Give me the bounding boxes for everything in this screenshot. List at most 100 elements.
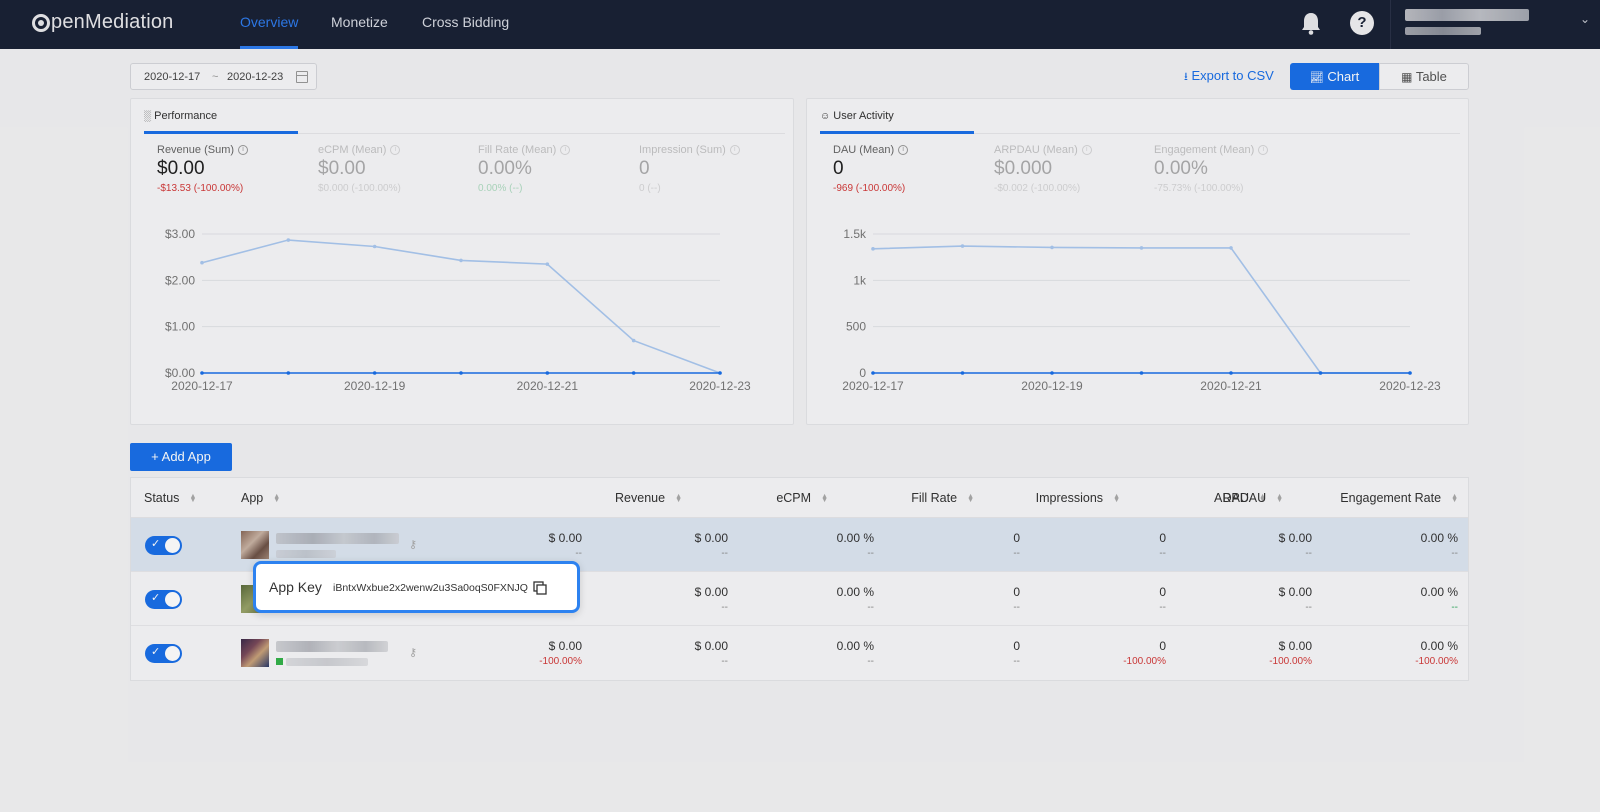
column-fill-rate[interactable]: Fill Rate ▲ ▼ (911, 491, 974, 505)
engagement-change: -- (1451, 548, 1458, 559)
status-toggle[interactable]: ✓ (145, 536, 182, 555)
sort-icon: ▲ ▼ (675, 492, 682, 504)
ecpm-cell: $ 0.00 -- (695, 585, 728, 613)
nav-monetize[interactable]: Monetize (331, 0, 388, 49)
nav-overview[interactable]: Overview (240, 0, 299, 49)
nav-cross-bidding[interactable]: Cross Bidding (422, 0, 509, 49)
arpdau-change: -- (1305, 548, 1312, 559)
sort-icon: ▲ ▼ (1113, 492, 1120, 504)
arpdau-cell: $ 0.00 -- (1279, 531, 1312, 559)
check-icon: ✓ (151, 538, 161, 550)
column-label: eCPM (776, 491, 812, 505)
chart-label: Chart (1327, 69, 1360, 84)
key-icon[interactable]: ⚷ (409, 538, 417, 551)
app-key-popover: App Key iBntxWxbue2x2wenw2u3Sa0oqS0FXNJQ (253, 561, 580, 613)
column-label: App (241, 491, 264, 505)
app-key-value[interactable]: iBntxWxbue2x2wenw2u3Sa0oqS0FXNJQ (333, 582, 528, 594)
data-point (200, 260, 204, 265)
column-label: Revenue (615, 491, 666, 505)
status-toggle[interactable]: ✓ (145, 590, 182, 609)
table-row[interactable]: ✓ ⚷ $ 0.00 -100.00% $ 0.00 -- 0.00 % -- 0 --… (131, 626, 1468, 680)
data-point (200, 371, 204, 375)
data-point (1318, 371, 1323, 375)
key-icon[interactable]: ⚷ (409, 646, 417, 659)
data-point (1139, 371, 1144, 375)
performance-line-chart: $3.00 $2.00 $1.00 $0.002020-12-17 2020-12-19… (165, 227, 751, 393)
column-ecpm[interactable]: eCPM ▲ ▼ (776, 491, 828, 505)
dau-cell: 0 -100.00% (1123, 639, 1166, 667)
dau-value: 0 (1159, 585, 1166, 599)
fill-rate-change: -- (867, 602, 874, 613)
line-chart-icon: 📈︎ (1309, 72, 1324, 84)
impressions-change: -- (1013, 656, 1020, 667)
column-label: ARPDAU (1214, 491, 1267, 505)
check-icon: ✓ (151, 592, 161, 604)
data-point (1050, 371, 1054, 375)
data-point (545, 371, 550, 375)
sort-icon: ▲ ▼ (273, 492, 281, 504)
column-label: Status (144, 491, 180, 505)
table-view-button[interactable]: ▦ Table (1379, 63, 1469, 90)
arpdau-change: -100.00% (1269, 656, 1312, 667)
data-point (1050, 245, 1054, 250)
sort-icon: ▲ ▼ (1451, 492, 1458, 504)
arpdau-cell: $ 0.00 -- (1279, 585, 1312, 613)
copy-icon[interactable] (533, 581, 547, 595)
column-impressions[interactable]: Impressions ▲ ▼ (1036, 491, 1120, 505)
dau-cell: 0 -- (1159, 585, 1166, 613)
data-point (871, 371, 875, 375)
data-point (631, 338, 636, 343)
arpdau-change: -- (1305, 602, 1312, 613)
status-toggle[interactable]: ✓ (145, 644, 182, 663)
engagement-cell: 0.00 % -- (1421, 531, 1458, 559)
table-header: Status ▲ ▼ App ▲ ▼ Revenue ▲ ▼ eCPM ▲ ▼ Fill Rat… (131, 478, 1468, 518)
app-icon (241, 639, 269, 667)
column-arpdau[interactable]: ARPDAU ▲ ▼ (1214, 491, 1283, 505)
x-tick-label: 2020-12-21 (517, 379, 579, 393)
y-tick-label: 500 (846, 320, 866, 334)
ecpm-value: $ 0.00 (694, 639, 728, 653)
ecpm-change: -- (721, 602, 728, 613)
engagement-cell: 0.00 % -100.00% (1415, 639, 1458, 667)
openmediation-logo[interactable]: penMediation (32, 11, 174, 34)
date-start: 2020-12-17 (144, 71, 201, 83)
x-tick-label: 2020-12-21 (1200, 379, 1262, 393)
arpdau-value: $ 0.00 (1278, 639, 1312, 653)
column-engagement-rate[interactable]: Engagement Rate ▲ ▼ (1340, 491, 1458, 505)
date-range-picker[interactable]: 2020-12-17 ~ 2020-12-23 (130, 63, 317, 90)
sort-icon: ▲ ▼ (1276, 492, 1284, 504)
column-app[interactable]: App ▲ ▼ (241, 491, 280, 505)
revenue-cell: $ 0.00 -100.00% (539, 639, 582, 667)
sort-icon: ▲ ▼ (967, 492, 974, 504)
dau-value: 0 (1159, 531, 1166, 545)
help-icon[interactable]: ? (1350, 11, 1374, 35)
data-point (1139, 246, 1144, 250)
user-account-menu[interactable]: ⌄ (1390, 0, 1600, 49)
revenue-value: $ 0.00 (548, 639, 582, 653)
engagement-change: -- (1451, 602, 1458, 613)
add-app-button[interactable]: + Add App (130, 443, 232, 471)
engagement-value: 0.00 % (1420, 639, 1458, 653)
impressions-value: 0 (1013, 639, 1020, 653)
y-tick-label: 1.5k (843, 227, 867, 241)
x-tick-label: 2020-12-23 (1379, 379, 1441, 393)
column-status[interactable]: Status ▲ ▼ (144, 491, 196, 505)
y-tick-label: $2.00 (165, 273, 195, 287)
y-tick-label: $0.00 (165, 366, 195, 380)
app-key-title: App Key (269, 579, 322, 595)
data-point (545, 262, 550, 266)
app-name-redacted (276, 641, 388, 652)
column-label: Fill Rate (911, 491, 958, 505)
arpdau-cell: $ 0.00 -100.00% (1269, 639, 1312, 667)
engagement-value: 0.00 % (1420, 585, 1458, 599)
impressions-value: 0 (1013, 585, 1020, 599)
app-icon (241, 531, 269, 559)
notification-bell-icon[interactable] (1300, 11, 1322, 35)
calendar-icon (296, 71, 308, 83)
revenue-change: -- (575, 548, 582, 559)
export-csv-link[interactable]: ⭳ Export to CSV (1184, 68, 1274, 87)
column-revenue[interactable]: Revenue ▲ ▼ (615, 491, 682, 505)
data-point (631, 371, 636, 375)
y-tick-label: $1.00 (165, 320, 195, 334)
chart-view-button[interactable]: 📈︎ Chart (1290, 63, 1379, 90)
